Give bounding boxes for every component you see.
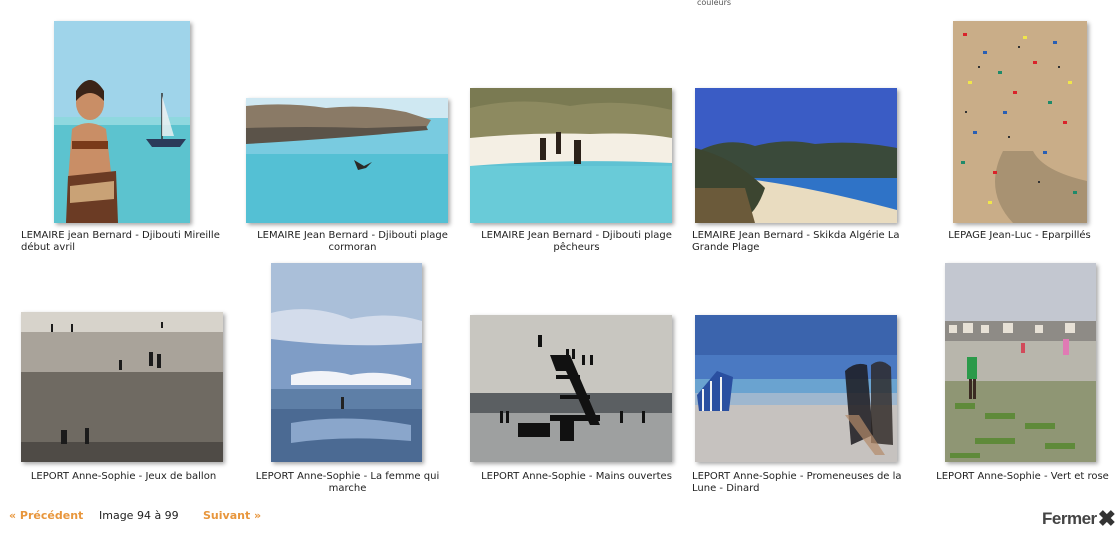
photo-thumbnail[interactable] xyxy=(953,21,1087,223)
photo-thumbnail[interactable] xyxy=(470,315,672,462)
photo-caption: LEPAGE Jean-Luc - Eparpillés xyxy=(948,230,1091,241)
close-button[interactable]: Fermer✖ xyxy=(1042,506,1116,532)
photo-caption: LEPORT Anne-Sophie - Mains ouvertes xyxy=(481,471,672,482)
gallery-item[interactable]: LEPORT Anne-Sophie - Promeneuses de la L… xyxy=(690,262,913,502)
next-link[interactable]: Suivant » xyxy=(203,509,261,522)
gallery-item[interactable]: LEPORT Anne-Sophie - Vert et rose xyxy=(908,262,1117,492)
photo-caption: LEMAIRE Jean Bernard - Djibouti plage pê… xyxy=(481,230,672,253)
photo-thumbnail[interactable] xyxy=(54,21,190,223)
photo-caption: LEMAIRE Jean Bernard - Skikda Algérie La… xyxy=(692,230,900,253)
gallery-item[interactable]: LEMAIRE Jean Bernard - Skikda Algérie La… xyxy=(690,20,913,260)
photo-thumbnail[interactable] xyxy=(246,98,448,223)
close-x-icon: ✖ xyxy=(1097,506,1116,531)
photo-thumbnail[interactable] xyxy=(945,263,1096,462)
photo-thumbnail[interactable] xyxy=(21,312,223,462)
photo-thumbnail[interactable] xyxy=(271,263,422,462)
pager: « Précédent xyxy=(9,509,83,523)
photo-caption: LEPORT Anne-Sophie - Jeux de ballon xyxy=(30,471,217,482)
previous-link[interactable]: « Précédent xyxy=(9,509,83,522)
top-fragment-text: couleurs xyxy=(697,0,732,7)
image-count-text: Image 94 à 99 xyxy=(99,509,179,522)
close-label: Fermer xyxy=(1042,509,1097,528)
gallery-item[interactable]: LEPORT Anne-Sophie - Mains ouvertes xyxy=(465,262,688,492)
photo-caption: LEMAIRE Jean Bernard - Djibouti plage co… xyxy=(257,230,448,253)
gallery-item[interactable]: LEPORT Anne-Sophie - La femme qui marche xyxy=(241,262,464,494)
photo-thumbnail[interactable] xyxy=(695,315,897,462)
gallery-item[interactable]: LEMAIRE Jean Bernard - Djibouti plage pê… xyxy=(465,20,688,260)
gallery-item[interactable]: LEPAGE Jean-Luc - Eparpillés xyxy=(908,20,1117,260)
photo-caption: LEPORT Anne-Sophie - La femme qui marche xyxy=(255,471,440,494)
photo-thumbnail[interactable] xyxy=(470,88,672,223)
gallery-item[interactable]: LEMAIRE Jean Bernard - Djibouti plage co… xyxy=(241,20,464,260)
gallery-item[interactable]: LEMAIRE jean Bernard - Djibouti Mireille… xyxy=(18,20,241,260)
gallery-item[interactable]: LEPORT Anne-Sophie - Jeux de ballon xyxy=(18,262,241,492)
photo-caption: LEPORT Anne-Sophie - Vert et rose xyxy=(936,471,1109,482)
pager-count-wrap: Image 94 à 99 xyxy=(99,509,179,523)
pager-next-wrap: Suivant » xyxy=(203,509,261,523)
photo-caption: LEMAIRE jean Bernard - Djibouti Mireille… xyxy=(21,230,220,253)
photo-caption: LEPORT Anne-Sophie - Promeneuses de la L… xyxy=(692,471,902,494)
photo-thumbnail[interactable] xyxy=(695,88,897,223)
